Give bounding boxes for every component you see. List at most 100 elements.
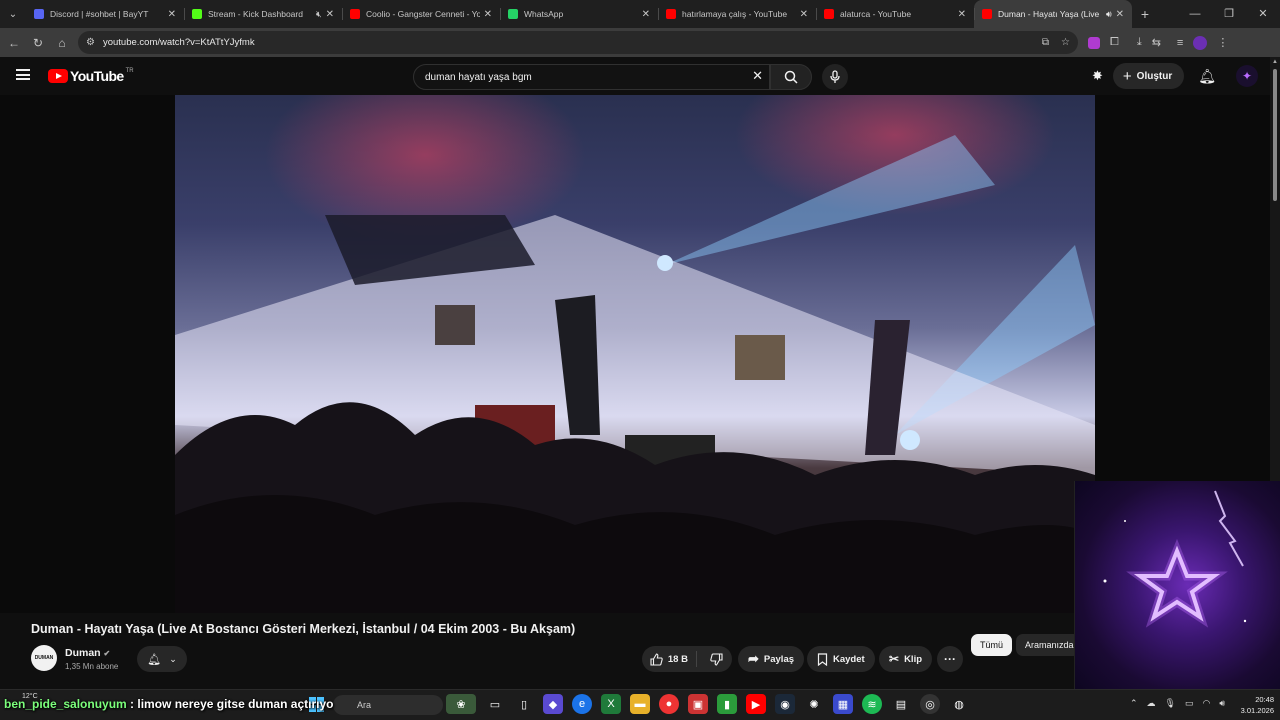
app-icon[interactable]: ▣ <box>688 694 708 714</box>
chat-text: limow nereye gitse duman açtırıyo <box>137 697 334 711</box>
extension-icon[interactable] <box>1088 36 1100 49</box>
address-bar[interactable]: ⚙ youtube.com/watch?v=KtATtYJyfmk ⧉ ☆ <box>78 31 1078 54</box>
browser-tab[interactable]: Stream - Kick Dashboard 🔇︎ ✕ <box>184 0 342 28</box>
channel-avatar[interactable]: DUMAN <box>31 645 57 671</box>
scrollbar-thumb[interactable] <box>1273 69 1277 201</box>
tab-close-icon[interactable]: ✕ <box>642 9 650 20</box>
edge-icon[interactable]: e <box>572 694 592 714</box>
browser-tab[interactable]: Discord | #sohbet | BayYT ✕ <box>26 0 184 28</box>
maximize-icon[interactable]: ❐ <box>1212 0 1246 28</box>
video-title: Duman - Hayatı Yaşa (Live At Bostancı Gö… <box>31 622 576 636</box>
tab-close-icon[interactable]: ✕ <box>484 9 492 20</box>
mic-tray-icon[interactable]: 🎙︎ <box>1165 698 1176 709</box>
minimize-icon[interactable]: — <box>1178 0 1212 28</box>
share-arrow-icon: ➦ <box>748 651 759 666</box>
tab-title: alaturca - YouTube <box>840 9 912 19</box>
task-view-icon[interactable]: ▭ <box>485 694 505 714</box>
extensions-puzzle-icon[interactable]: ⧠ <box>1110 36 1119 49</box>
subscribed-notifications-button[interactable]: 🔔︎ ⌄ <box>137 646 187 672</box>
store-icon[interactable]: ▤ <box>891 694 911 714</box>
clock-date: 3.01.2026 <box>1240 706 1274 715</box>
tray-chevron-icon[interactable]: ⌃ <box>1130 698 1138 709</box>
premium-icon[interactable]: ✸ <box>1092 68 1103 84</box>
youtube-logo[interactable]: YouTube TR <box>48 68 134 84</box>
notifications-bell-icon[interactable]: 🔔︎ <box>1198 68 1216 85</box>
cloud-icon[interactable]: ☁ <box>1147 698 1156 709</box>
tab-close-icon[interactable]: ✕ <box>958 9 966 20</box>
chip-related[interactable]: Aramanızda <box>1016 634 1080 656</box>
scissors-icon: ✂ <box>889 652 900 666</box>
file-explorer-icon[interactable]: ▬ <box>630 694 650 714</box>
like-count: 18 B <box>667 653 688 665</box>
tab-favicon-icon <box>350 9 360 19</box>
spotify-icon[interactable]: ≋ <box>862 694 882 714</box>
dislike-button[interactable] <box>702 652 732 666</box>
tab-favicon-icon <box>192 9 202 19</box>
home-icon[interactable]: ⌂ <box>50 36 74 50</box>
display-icon[interactable]: ▭ <box>1185 698 1194 709</box>
volume-icon[interactable]: 🔊︎ <box>1219 698 1225 709</box>
create-button[interactable]: + Oluştur <box>1112 63 1185 89</box>
browser-tab[interactable]: hatırlamaya çalış - YouTube ✕ <box>658 0 816 28</box>
taskbar-apps: ❀ ▭ ▯ ◆ e X ▬ ● ▣ ▮ ▶ ◉ ✺ ▦ ≋ ▤ ◎ ◍ <box>446 694 969 714</box>
translate-icon[interactable]: ⇆ <box>1152 36 1161 49</box>
tab-close-icon[interactable]: ✕ <box>1116 9 1124 20</box>
green-app-icon[interactable]: ▮ <box>717 694 737 714</box>
taskbar-search[interactable]: Ara <box>333 695 443 715</box>
hamburger-menu-icon[interactable] <box>16 69 30 80</box>
excel-icon[interactable]: X <box>601 694 621 714</box>
tab-muted-icon[interactable]: 🔇︎ <box>316 9 322 20</box>
clip-button[interactable]: ✂ Klip <box>879 646 933 672</box>
browser-tab[interactable]: WhatsApp ✕ <box>500 0 658 28</box>
install-app-icon[interactable]: ⧉ <box>1042 37 1049 48</box>
browser-tab[interactable]: Duman - Hayatı Yaşa (Live 🔊︎ ✕ <box>974 0 1132 28</box>
tab-list: Discord | #sohbet | BayYT ✕ Stream - Kick … <box>26 0 1132 28</box>
tab-audio-icon[interactable]: 🔊︎ <box>1106 9 1112 20</box>
browser-tab[interactable]: alaturca - YouTube ✕ <box>816 0 974 28</box>
wifi-icon[interactable]: ◠ <box>1203 698 1211 709</box>
tab-search-chevron-icon[interactable]: ⌄ <box>0 0 26 28</box>
scroll-up-icon[interactable]: ▲ <box>1272 59 1278 65</box>
share-button[interactable]: ➦ Paylaş <box>738 646 805 672</box>
steam-icon[interactable]: ◉ <box>775 694 795 714</box>
chip-all[interactable]: Tümü <box>971 634 1013 656</box>
downloads-icon[interactable]: ⤓ <box>1137 36 1142 49</box>
chrome-icon[interactable]: ● <box>659 694 679 714</box>
tab-close-icon[interactable]: ✕ <box>168 9 176 20</box>
bookmark-star-icon[interactable]: ☆ <box>1061 37 1070 48</box>
file-icon[interactable]: ▯ <box>514 694 534 714</box>
taskbar-clock[interactable]: 20:48 3.01.2026 <box>1226 694 1274 716</box>
voice-search-button[interactable] <box>822 64 848 90</box>
url-text: youtube.com/watch?v=KtATtYJyfmk <box>102 37 255 48</box>
obs-icon[interactable]: ◍ <box>949 694 969 714</box>
search-button[interactable] <box>770 64 812 90</box>
video-frame[interactable] <box>175 95 1095 613</box>
blue-app-icon[interactable]: ▦ <box>833 694 853 714</box>
like-button[interactable]: 18 B <box>642 651 697 667</box>
copilot-icon[interactable]: ◆ <box>543 694 563 714</box>
tab-favicon-icon <box>508 9 518 19</box>
browser-tab[interactable]: Coolio - Gangster Cenneti - Yo ✕ <box>342 0 500 28</box>
account-avatar[interactable]: ✦ <box>1236 65 1259 87</box>
channel-name[interactable]: Duman ✔ <box>65 647 110 659</box>
search-input[interactable]: duman hayatı yaşa bgm ✕ <box>413 64 770 90</box>
widget-icon[interactable]: ❀ <box>446 694 476 714</box>
youtube-app-icon[interactable]: ▶ <box>746 694 766 714</box>
browser-menu-icon[interactable]: ⋮ <box>1217 36 1228 49</box>
back-icon[interactable]: ← <box>2 36 26 50</box>
save-button[interactable]: Kaydet <box>807 646 875 672</box>
riot-icon[interactable]: ✺ <box>804 694 824 714</box>
site-info-icon[interactable]: ⚙ <box>86 37 95 48</box>
media-controls-icon[interactable]: ≡ <box>1177 37 1183 49</box>
new-tab-button[interactable]: + <box>1132 6 1158 22</box>
close-window-icon[interactable]: ✕ <box>1246 0 1280 28</box>
clear-search-icon[interactable]: ✕ <box>752 68 763 84</box>
chrome-active-icon[interactable]: ◎ <box>920 694 940 714</box>
more-actions-button[interactable]: ··· <box>937 646 963 672</box>
tab-close-icon[interactable]: ✕ <box>326 9 334 20</box>
save-label: Kaydet <box>833 653 865 665</box>
reload-icon[interactable]: ↻ <box>26 36 50 50</box>
profile-avatar[interactable] <box>1193 35 1208 50</box>
browser-toolbar: ← ↻ ⌂ ⚙ youtube.com/watch?v=KtATtYJyfmk … <box>0 28 1280 57</box>
tab-close-icon[interactable]: ✕ <box>800 9 808 20</box>
